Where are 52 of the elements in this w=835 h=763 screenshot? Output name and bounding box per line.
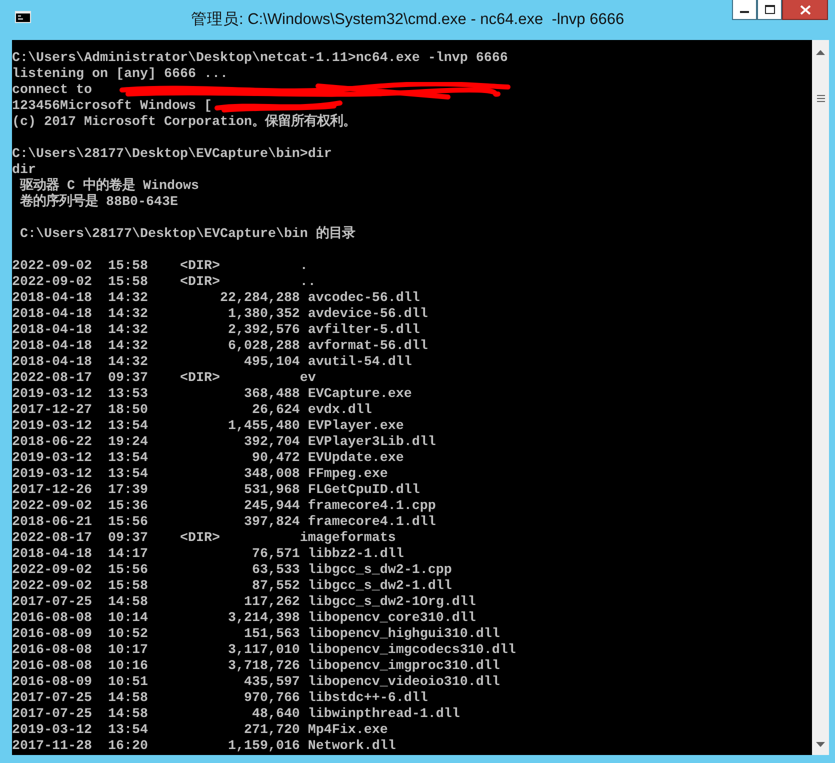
console-line: 123456Microsoft Windows [: [12, 99, 212, 115]
console-line: C:\Users\28177\Desktop\EVCapture\bin>dir: [12, 147, 332, 163]
console-line: 2016-08-08 10:14 3,214,398 libopencv_core310.dll: [12, 611, 476, 627]
scroll-thumb-grip-icon[interactable]: [816, 95, 824, 102]
console-line: 2019-03-12 13:54 271,720 Mp4Fix.exe: [12, 723, 388, 739]
console-line: 2018-04-18 14:17 76,571 libbz2-1.dll: [12, 547, 404, 563]
console-line: (c) 2017 Microsoft Corporation。保留所有权利。: [12, 115, 356, 131]
console-line: 2022-08-17 09:37 <DIR> ev: [12, 371, 316, 387]
console-line: 2022-09-02 15:58 <DIR> ..: [12, 275, 316, 291]
console-line: 2016-08-09 10:52 151,563 libopencv_highgui310.dll: [12, 627, 500, 643]
console-line: 2018-04-18 14:32 495,104 avutil-54.dll: [12, 355, 412, 371]
console-line: 2022-09-02 15:58 87,552 libgcc_s_dw2-1.dll: [12, 579, 452, 595]
console-line: 2018-04-18 14:32 22,284,288 avcodec-56.dll: [12, 291, 420, 307]
scrollbar[interactable]: [812, 40, 829, 755]
console-line: 2017-07-25 14:58 117,262 libgcc_s_dw2-1Org.dll: [12, 595, 476, 611]
console-line: dir: [12, 163, 36, 178]
window-title: 管理员: C:\Windows\System32\cmd.exe - nc64.exe -lnvp 6666: [191, 10, 624, 30]
console-line: 2017-12-27 18:50 26,624 evdx.dll: [12, 403, 372, 419]
console-line: C:\Users\28177\Desktop\EVCapture\bin 的目录: [18, 227, 355, 243]
console-line: C:\Users\Administrator\Desktop\netcat-1.11>nc64.exe -lnvp 6666: [12, 51, 508, 67]
console-line: 2016-08-08 10:17 3,117,010 libopencv_imgcodecs310.dll: [12, 643, 516, 659]
console-line: 2017-07-25 14:58 970,766 libstdc++-6.dll: [12, 691, 428, 707]
console-line: 2022-08-17 09:37 <DIR> imageformats: [12, 531, 396, 547]
console-line: 2018-04-18 14:32 2,392,576 avfilter-5.dll: [12, 323, 420, 339]
console-line: 2018-06-22 19:24 392,704 EVPlayer3Lib.dll: [12, 435, 436, 451]
minimize-button[interactable]: [732, 0, 757, 20]
maximize-button[interactable]: [757, 0, 782, 20]
console-line: 2016-08-09 10:51 435,597 libopencv_videoio310.dll: [12, 675, 500, 691]
console-line: 2018-04-18 14:32 1,380,352 avdevice-56.dll: [12, 307, 428, 323]
console-line: 2016-08-08 10:16 3,718,726 libopencv_imgproc310.dll: [12, 659, 500, 675]
console-line: connect to: [12, 83, 92, 99]
scroll-down-icon[interactable]: [816, 742, 825, 747]
console-line: 2022-09-02 15:56 63,533 libgcc_s_dw2-1.cpp: [12, 563, 452, 579]
console-icon: [15, 11, 31, 23]
console-line: 2019-03-12 13:54 90,472 EVUpdate.exe: [12, 451, 404, 467]
console-line: 2017-12-26 17:39 531,968 FLGetCpuID.dll: [12, 483, 420, 499]
console-line: 2017-07-25 14:58 48,640 libwinpthread-1.dll: [12, 707, 460, 723]
console-line: 2017-11-28 16:20 1,159,016 Network.dll: [12, 739, 396, 755]
console-line: 2018-04-18 14:32 6,028,288 avformat-56.dll: [12, 339, 428, 355]
console-line: 驱动器 C 中的卷是 Windows: [18, 179, 199, 194]
maximize-icon: [764, 5, 774, 14]
scroll-up-icon[interactable]: [816, 50, 825, 55]
console-line: 2019-03-12 13:54 348,008 FFmpeg.exe: [12, 467, 388, 483]
console-line: 2022-09-02 15:36 245,944 framecore4.1.cpp: [12, 499, 436, 515]
close-button[interactable]: [782, 0, 828, 20]
console-line: 2022-09-02 15:58 <DIR> .: [12, 259, 308, 275]
close-icon: [800, 4, 810, 14]
console-line: 2019-03-12 13:54 1,455,480 EVPlayer.exe: [12, 419, 404, 435]
console-line: listening on [any] 6666 ...: [12, 67, 228, 83]
console-line: 卷的序列号是 88B0-643E: [18, 195, 178, 211]
console-line: 2019-03-12 13:53 368,488 EVCapture.exe: [12, 387, 412, 403]
console-line: 2018-06-21 15:56 397,824 framecore4.1.dll: [12, 515, 436, 531]
